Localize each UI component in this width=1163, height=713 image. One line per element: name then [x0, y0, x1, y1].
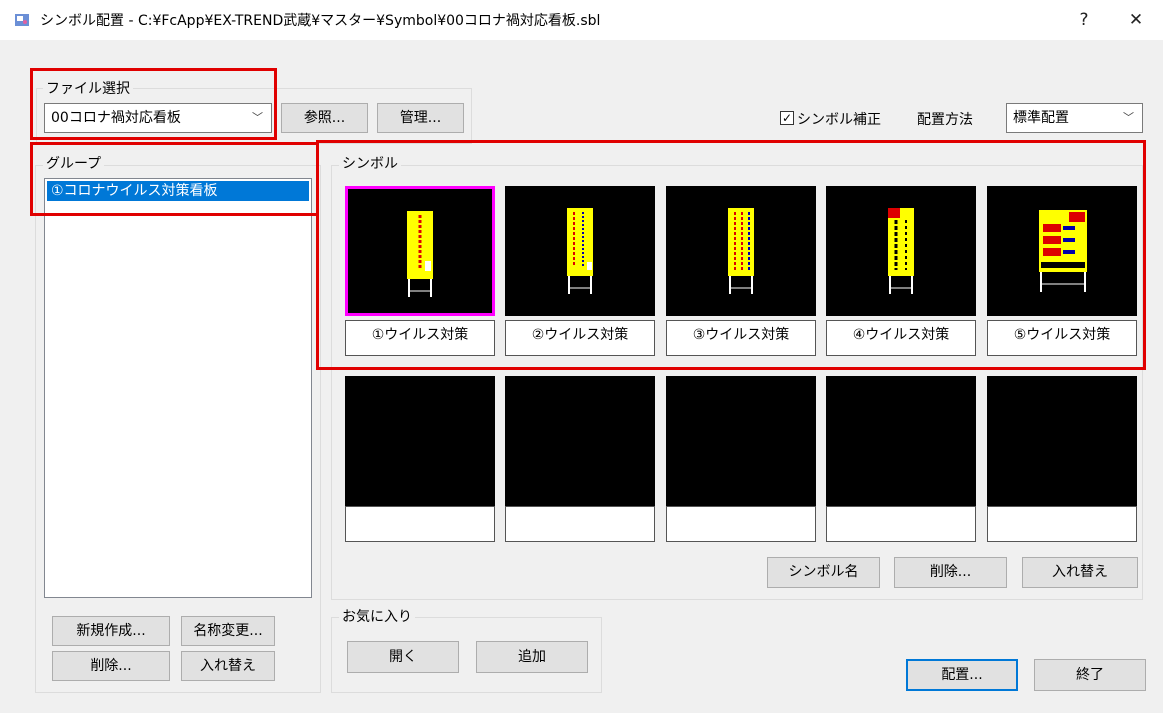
- symbol-cell-10[interactable]: [987, 376, 1137, 506]
- swap-symbol-button[interactable]: 入れ替え: [1022, 557, 1138, 588]
- window-title: シンボル配置 - C:¥FcApp¥EX-TREND武蔵¥マスター¥Symbol…: [40, 13, 601, 29]
- symbol-label-9: [826, 506, 976, 542]
- symbol-cell-9[interactable]: [826, 376, 976, 506]
- group-highlight: [30, 142, 319, 216]
- symbol-label-10: [987, 506, 1137, 542]
- title-bar: シンボル配置 - C:¥FcApp¥EX-TREND武蔵¥マスター¥Symbol…: [0, 0, 1163, 40]
- symbol-label-7: [505, 506, 655, 542]
- delete-group-button[interactable]: 削除...: [52, 651, 170, 681]
- symbol-label-8: [666, 506, 816, 542]
- chevron-down-icon: ﹀: [1123, 111, 1134, 124]
- placement-method-label: 配置方法: [917, 112, 973, 128]
- delete-symbol-button[interactable]: 削除...: [894, 557, 1007, 588]
- browse-button[interactable]: 参照...: [281, 103, 368, 133]
- placement-method-combo[interactable]: 標準配置 ﹀: [1006, 103, 1143, 133]
- add-favorite-button[interactable]: 追加: [476, 641, 588, 673]
- help-button[interactable]: ?: [1061, 0, 1107, 40]
- group-listbox[interactable]: ①コロナウイルス対策看板: [44, 178, 312, 598]
- symbol-highlight: [316, 140, 1146, 370]
- close-button[interactable]: ✕: [1113, 0, 1159, 40]
- swap-group-button[interactable]: 入れ替え: [181, 651, 275, 681]
- symbol-label-6: [345, 506, 495, 542]
- symbol-correction-label: シンボル補正: [797, 112, 881, 128]
- file-select-highlight: [30, 68, 277, 140]
- symbol-name-button[interactable]: シンボル名: [767, 557, 880, 588]
- new-group-button[interactable]: 新規作成...: [52, 616, 170, 646]
- symbol-correction-checkbox[interactable]: ✓: [780, 111, 794, 125]
- place-button[interactable]: 配置...: [906, 659, 1018, 691]
- open-favorite-button[interactable]: 開く: [347, 641, 459, 673]
- favorites-label: お気に入り: [339, 606, 415, 626]
- manage-button[interactable]: 管理...: [377, 103, 464, 133]
- rename-group-button[interactable]: 名称変更...: [181, 616, 275, 646]
- placement-method-value: 標準配置: [1013, 110, 1069, 126]
- symbol-cell-6[interactable]: [345, 376, 495, 506]
- symbol-cell-7[interactable]: [505, 376, 655, 506]
- exit-button[interactable]: 終了: [1034, 659, 1146, 691]
- symbol-cell-8[interactable]: [666, 376, 816, 506]
- app-icon: [14, 12, 30, 28]
